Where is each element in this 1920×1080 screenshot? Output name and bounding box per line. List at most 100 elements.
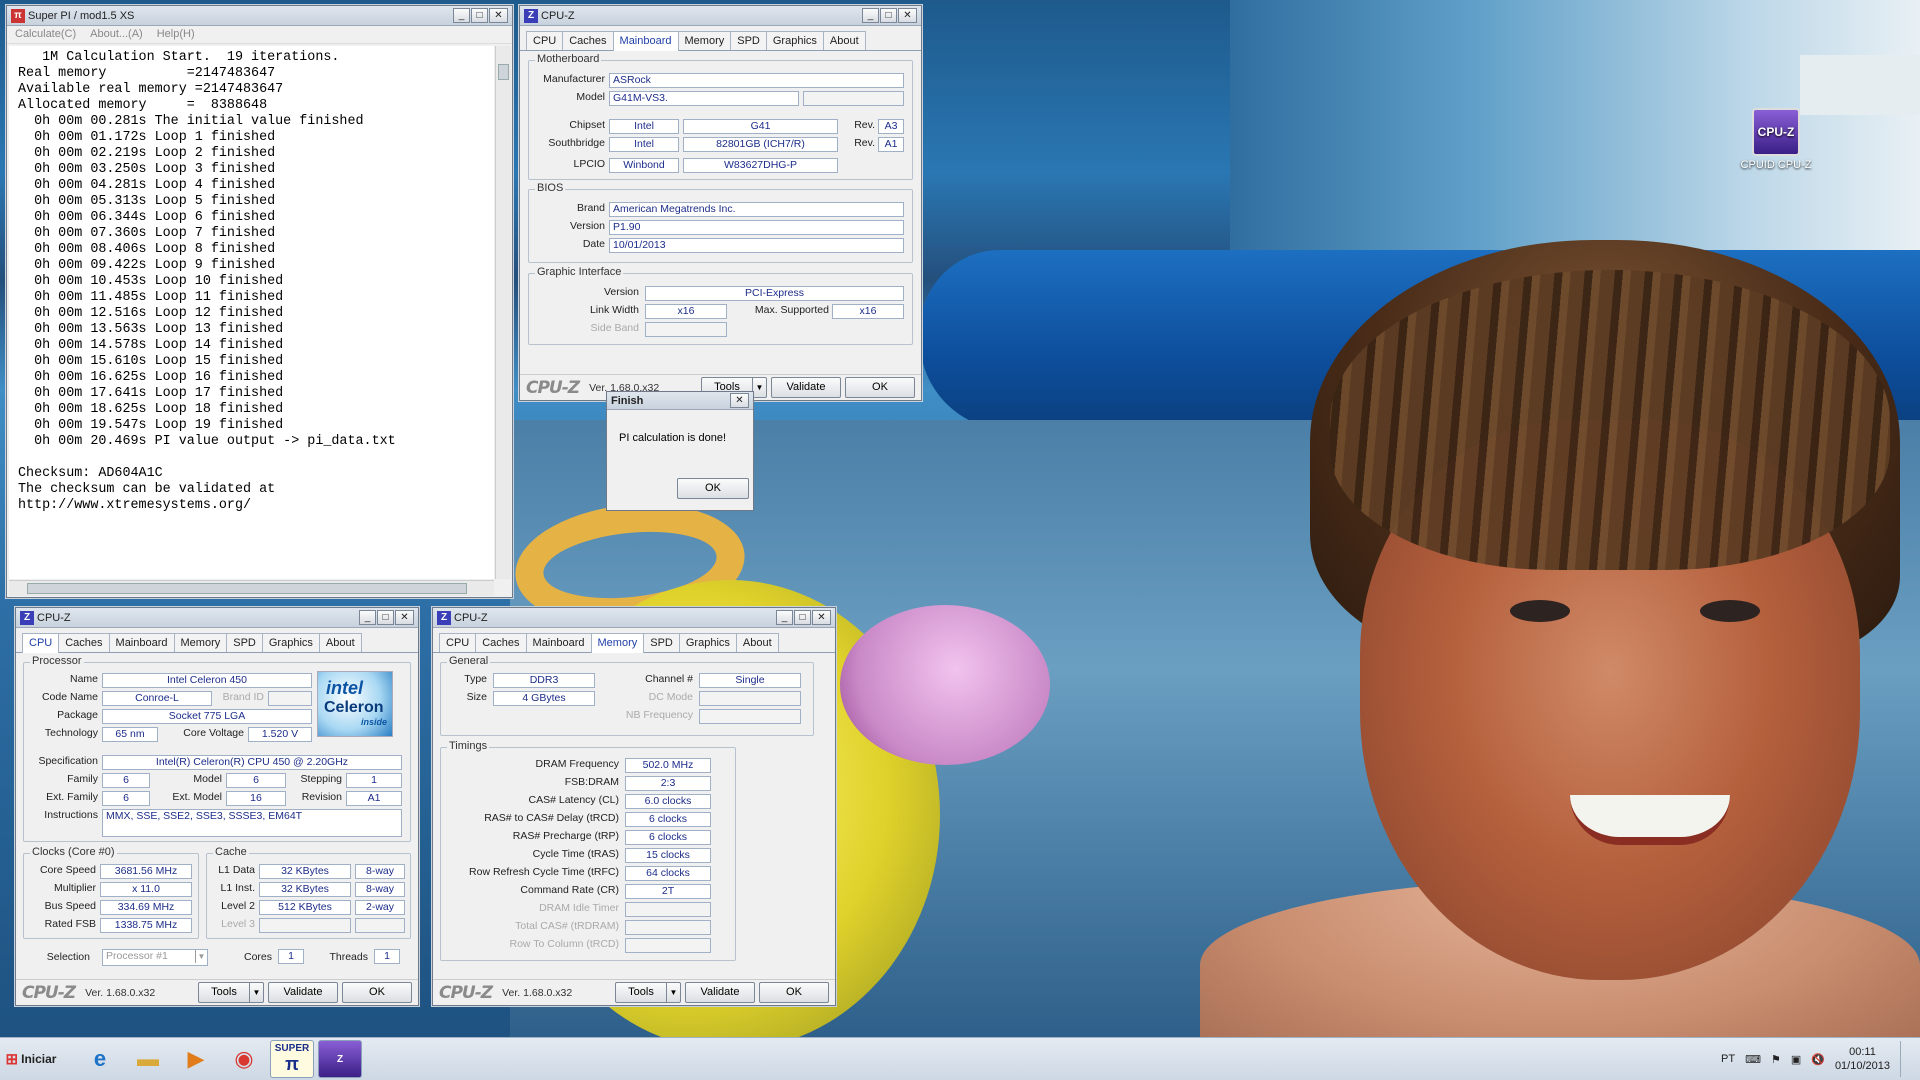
validate-button[interactable]: Validate: [268, 982, 338, 1003]
tab-mainboard[interactable]: Mainboard: [612, 31, 679, 51]
label: Code Name: [41, 691, 98, 703]
label: Stepping: [300, 773, 342, 785]
tools-button[interactable]: Tools ▼: [615, 982, 681, 1003]
tab-graphics[interactable]: Graphics: [261, 633, 320, 652]
minimize-button[interactable]: _: [776, 610, 793, 625]
model-extra-field: [803, 91, 904, 106]
tab-memory[interactable]: Memory: [590, 633, 645, 653]
tab-about[interactable]: About: [318, 633, 362, 652]
tab-cpu[interactable]: CPU: [526, 31, 564, 50]
validate-button[interactable]: Validate: [771, 377, 841, 398]
desktop-icon-cpuz[interactable]: CPU-Z CPUID CPU-Z: [1740, 108, 1812, 171]
maximize-button[interactable]: □: [377, 610, 394, 625]
file-explorer-icon[interactable]: ▬: [126, 1040, 170, 1078]
tab-mainboard[interactable]: Mainboard: [525, 633, 592, 652]
close-button[interactable]: ✕: [489, 8, 508, 23]
close-button[interactable]: ✕: [812, 610, 831, 625]
maximize-button[interactable]: □: [471, 8, 488, 23]
action-center-flag-icon[interactable]: ⚑: [1771, 1053, 1781, 1066]
chevron-down-icon: ▼: [249, 983, 263, 1002]
trcd-value: 6 clocks: [625, 812, 711, 827]
superpi-taskbar-button[interactable]: SUPER π: [270, 1040, 314, 1078]
wallpaper-wall: [1230, 0, 1920, 250]
internet-explorer-icon[interactable]: e: [78, 1040, 122, 1078]
tab-graphics[interactable]: Graphics: [678, 633, 737, 652]
tab-memory[interactable]: Memory: [677, 31, 732, 50]
tab-cpu[interactable]: CPU: [439, 633, 477, 652]
media-player-icon[interactable]: ▶: [174, 1040, 218, 1078]
label: RAS# Precharge (tRP): [512, 830, 619, 842]
show-desktop-button[interactable]: [1900, 1041, 1914, 1077]
tab-about[interactable]: About: [822, 31, 866, 50]
clock[interactable]: 00:11 01/10/2013: [1835, 1045, 1890, 1073]
label: Package: [57, 709, 98, 721]
minimize-button[interactable]: _: [359, 610, 376, 625]
desktop-icon-label: CPUID CPU-Z: [1740, 159, 1812, 171]
cpuz-titlebar[interactable]: Z CPU-Z _ □ ✕: [520, 6, 921, 26]
dialog-titlebar[interactable]: Finish ✕: [607, 392, 753, 410]
validate-button[interactable]: Validate: [685, 982, 755, 1003]
label: RAS# to CAS# Delay (tRCD): [484, 812, 619, 824]
menu-about[interactable]: About...(A): [90, 28, 143, 41]
horizontal-scrollbar[interactable]: [9, 580, 494, 596]
keyboard-icon[interactable]: ⌨: [1745, 1053, 1761, 1066]
memory-type: DDR3: [493, 673, 595, 688]
tab-spd[interactable]: SPD: [730, 31, 767, 50]
tab-caches[interactable]: Caches: [475, 633, 527, 652]
tab-spd[interactable]: SPD: [643, 633, 680, 652]
tab-caches[interactable]: Caches: [58, 633, 110, 652]
tab-caches[interactable]: Caches: [562, 31, 614, 50]
wallpaper-ledge: [1800, 55, 1920, 115]
cpuz-taskbar-button[interactable]: Z: [318, 1040, 362, 1078]
southbridge-rev: A1: [878, 137, 904, 152]
tab-about[interactable]: About: [735, 633, 779, 652]
fsb-dram: 2:3: [625, 776, 711, 791]
superpi-titlebar[interactable]: π Super PI / mod1.5 XS _ □ ✕: [7, 6, 512, 26]
menu-help[interactable]: Help(H): [157, 28, 195, 41]
menu-calculate[interactable]: Calculate(C): [15, 28, 76, 41]
close-button[interactable]: ✕: [730, 393, 749, 408]
close-button[interactable]: ✕: [395, 610, 414, 625]
label: Version: [569, 220, 605, 232]
superpi-menubar: Calculate(C) About...(A) Help(H): [7, 26, 512, 44]
lpcio-value: W83627DHG-P: [683, 158, 838, 173]
vertical-scrollbar[interactable]: [495, 46, 511, 579]
label: Row Refresh Cycle Time (tRFC): [469, 866, 619, 878]
tab-graphics[interactable]: Graphics: [765, 31, 824, 50]
network-icon[interactable]: ▣: [1791, 1053, 1801, 1066]
processor-select[interactable]: Processor #1 ▼: [102, 949, 208, 966]
cpuz-version: Ver. 1.68.0.x32: [85, 986, 156, 999]
ok-button[interactable]: OK: [759, 982, 829, 1003]
language-indicator[interactable]: PT: [1721, 1053, 1735, 1065]
chrome-icon[interactable]: ◉: [222, 1040, 266, 1078]
tab-mainboard[interactable]: Mainboard: [108, 633, 175, 652]
tab-cpu[interactable]: CPU: [22, 633, 60, 653]
start-button[interactable]: ⊞ Iniciar: [2, 1041, 60, 1077]
graphic-interface-group: Graphic Interface Version PCI-Express Li…: [528, 266, 913, 345]
cpuz-titlebar[interactable]: Z CPU-Z _ □ ✕: [16, 608, 418, 628]
cpuz-cpu-window: Z CPU-Z _ □ ✕ CPU Caches Mainboard Memor…: [15, 607, 419, 1006]
ok-button[interactable]: OK: [342, 982, 412, 1003]
superpi-window: π Super PI / mod1.5 XS _ □ ✕ Calculate(C…: [6, 5, 513, 598]
tools-label: Tools: [628, 986, 654, 998]
l1-inst: 32 KBytes: [259, 882, 351, 897]
tab-memory[interactable]: Memory: [173, 633, 228, 652]
ok-button[interactable]: OK: [845, 377, 915, 398]
volume-muted-icon[interactable]: 🔇: [1811, 1053, 1825, 1066]
tab-spd[interactable]: SPD: [226, 633, 263, 652]
dialog-ok-button[interactable]: OK: [677, 478, 749, 499]
minimize-button[interactable]: _: [453, 8, 470, 23]
motherboard-group: Motherboard Manufacturer ASRock Model G4…: [528, 53, 913, 180]
cpuz-title: CPU-Z: [541, 9, 575, 22]
trp-value: 6 clocks: [625, 830, 711, 845]
cpu-brandid: [268, 691, 312, 706]
cache-group: Cache L1 Data 32 KBytes 8-way L1 Inst. 3…: [206, 846, 411, 939]
cpuz-titlebar[interactable]: Z CPU-Z _ □ ✕: [433, 608, 835, 628]
tools-button[interactable]: Tools ▼: [198, 982, 264, 1003]
maximize-button[interactable]: □: [880, 8, 897, 23]
superpi-output[interactable]: 1M Calculation Start. 19 iterations. Rea…: [9, 46, 494, 579]
close-button[interactable]: ✕: [898, 8, 917, 23]
wallpaper-child-smile: [1570, 795, 1730, 845]
maximize-button[interactable]: □: [794, 610, 811, 625]
minimize-button[interactable]: _: [862, 8, 879, 23]
